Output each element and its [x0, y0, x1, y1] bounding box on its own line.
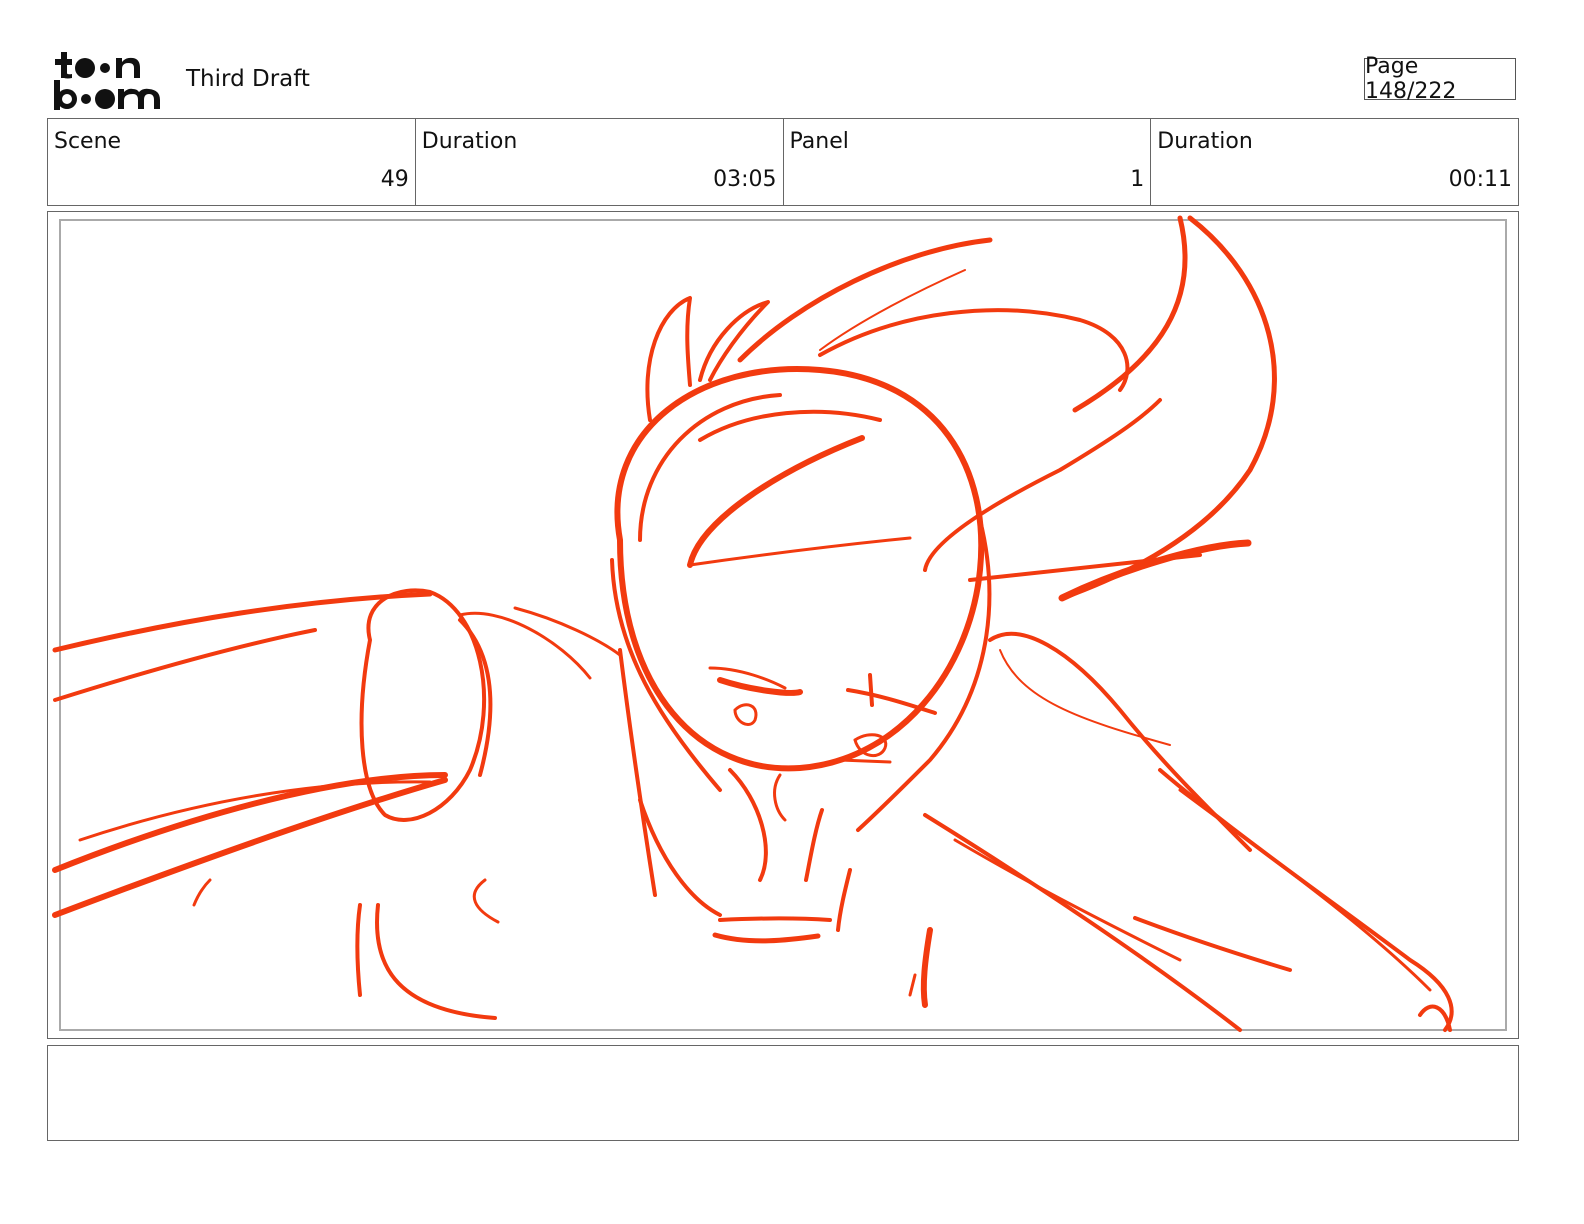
panel-duration-label: Duration	[1157, 129, 1253, 154]
scene-value: 49	[380, 167, 409, 192]
panel-notes-box	[47, 1045, 1519, 1141]
panel-duration-value: 00:11	[1448, 167, 1512, 192]
panel-label: Panel	[789, 129, 849, 154]
scene-duration-value: 03:05	[713, 167, 777, 192]
panel-info-table: Scene 49 Duration 03:05 Panel 1 Duration…	[47, 118, 1519, 206]
storyboard-sketch	[52, 215, 1454, 1032]
page-indicator: Page 148/222	[1364, 54, 1516, 104]
scene-cell: Scene 49	[48, 119, 416, 205]
scene-label: Scene	[54, 129, 122, 154]
panel-cell: Panel 1	[784, 119, 1152, 205]
panel-duration-cell: Duration 00:11	[1151, 119, 1518, 205]
panel-value: 1	[1130, 167, 1145, 192]
scene-duration-cell: Duration 03:05	[416, 119, 784, 205]
scene-duration-label: Duration	[421, 129, 518, 154]
draft-title: Third Draft	[186, 66, 310, 92]
toon-boom-logo	[52, 50, 164, 112]
